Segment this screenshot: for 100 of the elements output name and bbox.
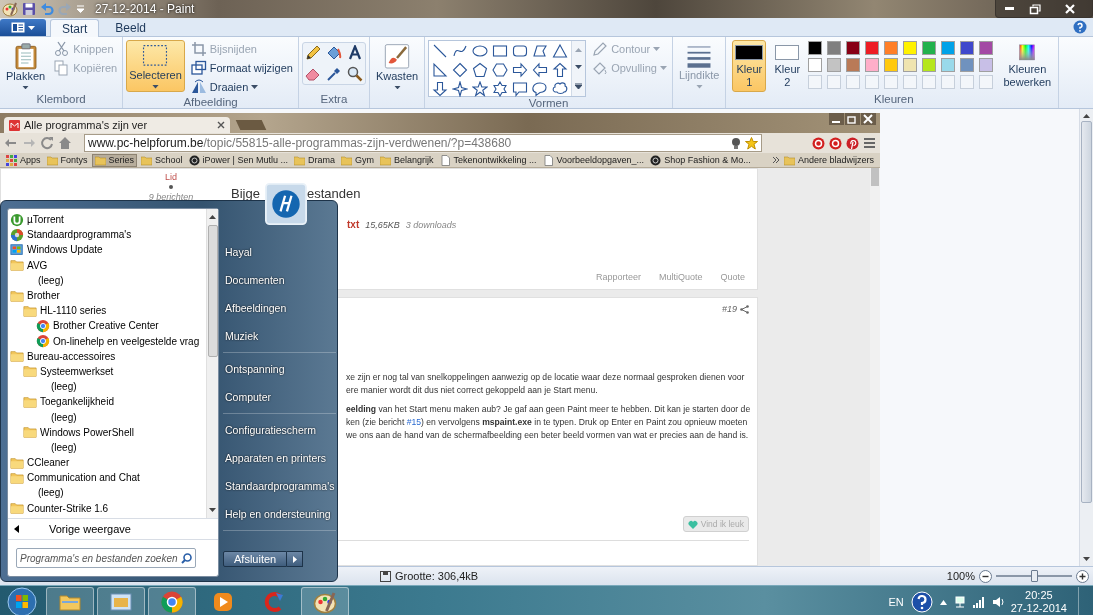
chevron-icon[interactable] (771, 156, 780, 164)
slider-thumb[interactable] (1031, 570, 1038, 582)
attachment-link[interactable]: txt (347, 219, 360, 230)
ribbon-tab[interactable]: Start (50, 19, 100, 37)
right-triangle-icon[interactable] (432, 62, 449, 78)
minimize-icon[interactable] (828, 113, 844, 125)
bookmark[interactable]: Voorbeeldopgaven_... (540, 153, 647, 167)
bookmark[interactable]: Gym (338, 153, 376, 167)
line-icon[interactable] (432, 43, 449, 59)
bookmark[interactable]: Belangrijk (377, 153, 436, 167)
five-point-star-icon[interactable] (472, 81, 489, 97)
share-icon[interactable] (740, 304, 749, 314)
up-arrow-icon[interactable] (552, 62, 569, 78)
select-button[interactable]: Selecteren (126, 40, 185, 92)
network-icon[interactable] (953, 596, 966, 608)
diamond-icon[interactable] (452, 62, 469, 78)
rectangle-icon[interactable] (492, 43, 509, 59)
extension-icon[interactable] (812, 136, 825, 150)
menu-item[interactable]: Ontspanning (223, 355, 337, 383)
menu-item[interactable]: Help en ondersteuning (223, 500, 337, 528)
bookmark[interactable]: Series (91, 153, 138, 167)
shutdown-button[interactable]: Afsluiten (223, 551, 288, 567)
taskbar-button[interactable] (97, 587, 145, 615)
lightbulb-icon[interactable] (731, 136, 741, 150)
palette-color[interactable] (903, 58, 918, 72)
pencil-button[interactable] (303, 44, 322, 62)
browser-tab[interactable]: Alle programma's zijn ver (4, 117, 230, 133)
clock-time[interactable]: 20:25 (1025, 589, 1053, 602)
speaker-icon[interactable] (991, 596, 1004, 608)
folder-item[interactable]: Brother (10, 287, 206, 304)
menu-item[interactable]: Documenten (223, 266, 337, 294)
right-arrow-icon[interactable] (512, 62, 529, 78)
signal-bars-icon[interactable] (972, 596, 985, 608)
folder-item[interactable]: CCleaner (10, 455, 206, 471)
program-item[interactable]: µTorrent (10, 212, 206, 228)
back-button[interactable]: Vorige weergave (8, 519, 218, 539)
post-link[interactable]: #15 (406, 417, 421, 427)
cloud-callout-icon[interactable] (552, 81, 569, 97)
clock-date[interactable]: 27-12-2014 (1010, 602, 1067, 615)
empty-color-slot[interactable] (808, 75, 823, 89)
pentagon-icon[interactable] (472, 62, 489, 78)
palette-color[interactable] (846, 41, 861, 55)
folder-item[interactable]: Communication and Chat (10, 470, 206, 486)
shutdown-options-button[interactable] (287, 551, 304, 567)
extension-icon[interactable] (829, 136, 842, 150)
start-button[interactable] (4, 586, 40, 615)
palette-color[interactable] (846, 58, 861, 72)
empty-color-slot[interactable] (960, 75, 975, 89)
palette-color[interactable] (808, 58, 823, 72)
customize-caret-icon[interactable] (76, 5, 85, 13)
palette-color[interactable] (922, 41, 937, 55)
scroll-down-icon[interactable] (209, 508, 216, 512)
show-hidden-icons-icon[interactable] (939, 599, 947, 605)
palette-color[interactable] (884, 58, 899, 72)
scroll-down-icon[interactable] (575, 65, 583, 70)
help-icon[interactable] (1073, 20, 1087, 34)
program-item[interactable]: Brother Creative Center (36, 318, 206, 334)
empty-color-slot[interactable] (941, 75, 956, 89)
star-icon[interactable] (745, 136, 758, 150)
help-icon[interactable] (910, 591, 933, 613)
palette-color[interactable] (808, 41, 823, 55)
menu-icon[interactable] (863, 137, 876, 149)
palette-color[interactable] (884, 41, 899, 55)
magnifier-button[interactable] (345, 65, 364, 83)
folder-item[interactable]: Counter-Strike 1.6 (10, 500, 206, 516)
palette-color[interactable] (922, 58, 937, 72)
menu-item[interactable]: Configuratiescherm (223, 416, 337, 444)
palette-color[interactable] (979, 58, 994, 72)
program-item[interactable]: Windows Update (10, 242, 206, 258)
palette-color[interactable] (941, 58, 956, 72)
edit-colors-button[interactable]: Kleuren bewerken (999, 40, 1056, 92)
empty-color-slot[interactable] (884, 75, 899, 89)
polygon-icon[interactable] (532, 43, 549, 59)
scrollbar-thumb[interactable] (871, 168, 879, 186)
six-point-star-icon[interactable] (492, 81, 509, 97)
folder-item[interactable]: Windows PowerShell (23, 424, 206, 440)
bookmark[interactable]: iPower | Sen Mutlu ... (186, 153, 290, 167)
empty-color-slot[interactable] (903, 75, 918, 89)
home-icon[interactable] (58, 136, 72, 150)
menu-item[interactable]: Standaardprogramma's (223, 472, 337, 500)
color-selector-button[interactable]: Kleur 1 (732, 40, 767, 92)
restore-icon[interactable] (844, 113, 860, 125)
address-bar[interactable]: www.pc-helpforum.be/topic/55815-alle-programmas-zijn-verdwenen/?p=438680 (84, 134, 762, 152)
folder-item[interactable]: Systeemwerkset (23, 363, 206, 380)
color-selector-button[interactable]: Kleur 2 (770, 40, 805, 92)
bookmark[interactable]: Drama (291, 153, 337, 167)
rotate-button[interactable]: Draaien (188, 78, 295, 96)
reload-icon[interactable] (40, 136, 54, 150)
empty-color-slot[interactable] (922, 75, 937, 89)
bookmark[interactable]: Apps (4, 153, 43, 167)
palette-color[interactable] (960, 41, 975, 55)
left-arrow-icon[interactable] (532, 62, 549, 78)
menu-item[interactable]: Apparaten en printers (223, 444, 337, 472)
bookmark[interactable]: Andere bladwijzers (781, 153, 876, 167)
menu-item[interactable]: Muziek (223, 322, 337, 350)
palette-color[interactable] (827, 41, 842, 55)
application-menu-button[interactable] (0, 19, 46, 36)
folder-item[interactable]: Bureau-accessoires (10, 348, 206, 364)
bookmark[interactable]: Tekenontwikkeling ... (437, 153, 539, 167)
language-indicator[interactable]: EN (888, 596, 904, 608)
